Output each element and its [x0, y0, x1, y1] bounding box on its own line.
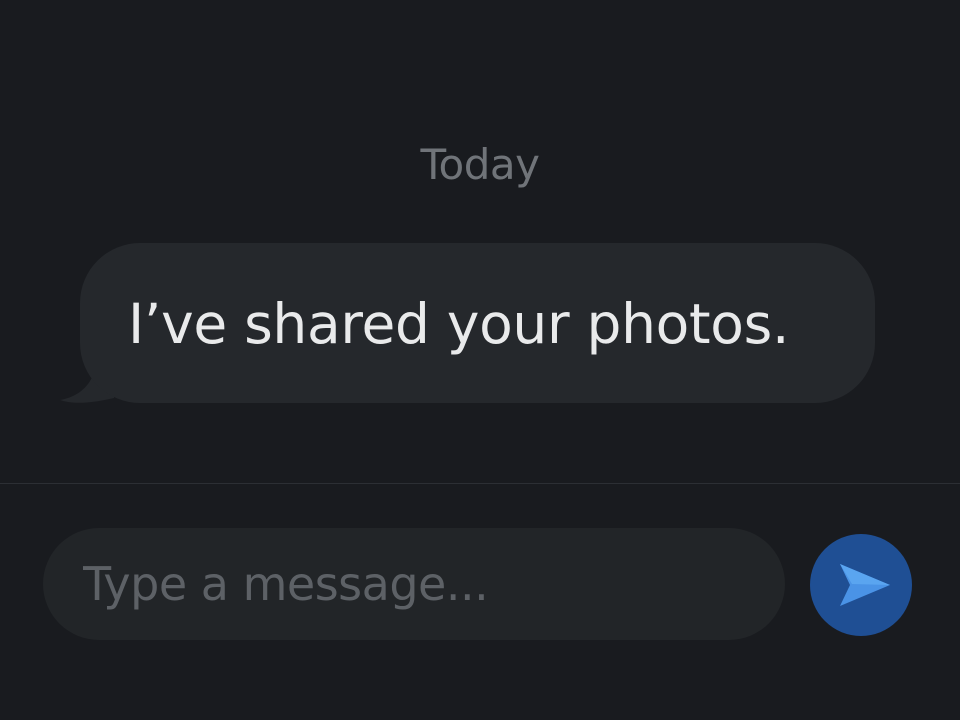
send-arrow-icon [840, 564, 890, 606]
composer-divider [0, 483, 960, 484]
send-button[interactable] [810, 534, 912, 636]
chat-screen: Today I’ve shared your photos. [0, 0, 960, 720]
message-input[interactable] [43, 528, 785, 640]
message-bubble[interactable]: I’ve shared your photos. [80, 243, 875, 403]
message-text: I’ve shared your photos. [128, 292, 790, 356]
date-separator: Today [420, 140, 540, 189]
